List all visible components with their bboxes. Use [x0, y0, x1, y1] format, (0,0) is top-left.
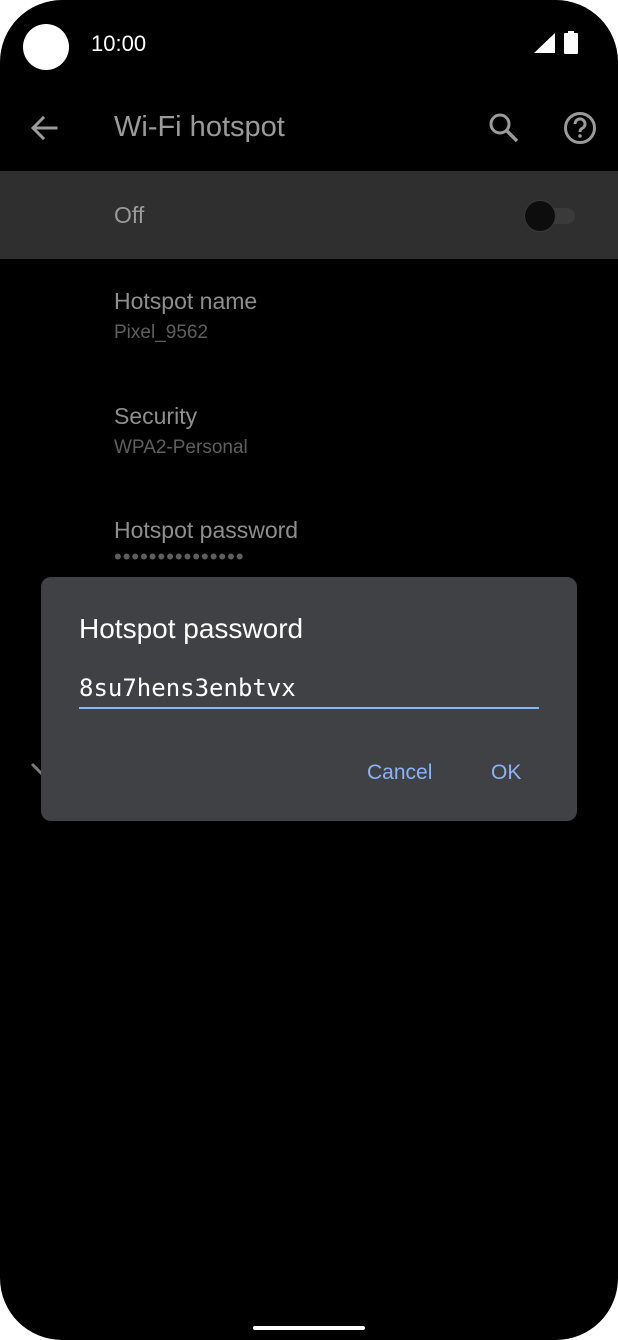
page-title: Wi-Fi hotspot — [114, 111, 285, 143]
dialog-title: Hotspot password — [79, 613, 304, 644]
help-icon[interactable] — [563, 111, 597, 145]
status-time: 10:00 — [91, 31, 147, 56]
ok-button[interactable]: OK — [491, 761, 521, 785]
toggle-thumb[interactable] — [524, 200, 556, 232]
password-dialog: Hotspot password Cancel OK — [41, 577, 577, 821]
search-icon[interactable] — [488, 112, 520, 144]
password-input[interactable] — [79, 669, 539, 709]
battery-icon — [564, 31, 578, 54]
password-mask: ••••••••••••••• — [114, 544, 245, 569]
cancel-button[interactable]: Cancel — [367, 761, 432, 785]
setting-value: Pixel_9562 — [114, 322, 209, 343]
toggle-label: Off — [114, 202, 145, 228]
setting-title: Security — [114, 403, 198, 429]
home-gesture-bar[interactable] — [253, 1326, 365, 1330]
back-arrow-icon[interactable] — [28, 112, 60, 144]
phone-screen: 10:00 Wi-Fi hotspot Off Hotspot name Pix… — [0, 0, 618, 1340]
hotspot-password-setting[interactable]: Hotspot password ••••••••••••••• — [114, 517, 298, 570]
setting-title: Hotspot name — [114, 288, 258, 314]
hotspot-name-setting[interactable]: Hotspot name Pixel_9562 — [114, 288, 257, 344]
security-setting[interactable]: Security WPA2-Personal — [114, 403, 248, 459]
setting-title: Hotspot password — [114, 517, 299, 543]
cell-signal-icon — [534, 33, 555, 53]
hotspot-toggle-row[interactable]: Off — [0, 171, 618, 259]
setting-value: WPA2-Personal — [114, 437, 248, 458]
camera-cutout — [23, 24, 69, 70]
